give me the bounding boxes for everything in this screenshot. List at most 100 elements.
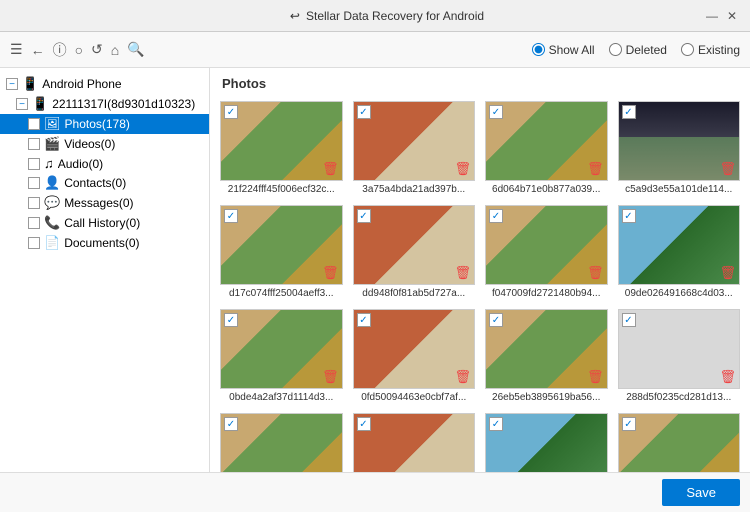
contacts-icon: 👤 — [44, 175, 60, 191]
list-item[interactable]: 🗑 0fd50094463e0cbf7af... — [353, 309, 476, 403]
photo-checkbox[interactable] — [357, 209, 371, 223]
list-item[interactable]: 🗑dd948f0f81ab5d727a... — [353, 205, 476, 299]
list-item[interactable]: 🗑 f047009fd2721480b94... — [485, 205, 608, 299]
menu-icon[interactable]: ☰ — [10, 41, 23, 58]
messages-checkbox[interactable] — [28, 197, 40, 209]
minimize-button[interactable]: — — [704, 8, 720, 24]
photo-name: 0fd50094463e0cbf7af... — [361, 392, 466, 403]
photo-name: 26eb5eb3895619ba56... — [492, 392, 600, 403]
photo-checkbox[interactable] — [224, 209, 238, 223]
photo-checkbox[interactable] — [622, 313, 636, 327]
documents-checkbox[interactable] — [28, 237, 40, 249]
existing-radio[interactable]: Existing — [681, 43, 740, 57]
photo-checkbox[interactable] — [489, 105, 503, 119]
scan-icon[interactable]: ○ — [75, 42, 83, 58]
photo-checkbox[interactable] — [224, 313, 238, 327]
contacts-checkbox[interactable] — [28, 177, 40, 189]
toolbar-right: Show All Deleted Existing — [532, 43, 740, 57]
sidebar-item-documents[interactable]: 📄 Documents(0) — [0, 233, 209, 253]
delete-icon[interactable]: 🗑 — [454, 161, 471, 177]
delete-icon[interactable]: 🗑 — [587, 265, 604, 281]
audio-checkbox[interactable] — [28, 158, 40, 170]
photo-name: 09de026491668c4d03... — [625, 288, 733, 299]
delete-icon[interactable]: 🗑 — [719, 369, 736, 385]
list-item[interactable]: 🗑3304edde4727d78185... — [220, 413, 343, 472]
list-item[interactable]: 🗑 21f224fff45f006ecf32c... — [220, 101, 343, 195]
photo-name: f047009fd2721480b94... — [492, 288, 600, 299]
android-phone-checkbox[interactable] — [6, 78, 18, 90]
search-icon[interactable]: 🔍 — [127, 41, 144, 58]
sidebar-item-messages[interactable]: 💬 Messages(0) — [0, 193, 209, 213]
photo-checkbox[interactable] — [357, 313, 371, 327]
sidebar-item-audio[interactable]: ♫ Audio(0) — [0, 154, 209, 173]
refresh-icon[interactable]: ↺ — [91, 41, 103, 58]
title-bar: ↩ Stellar Data Recovery for Android — ✕ — [0, 0, 750, 32]
list-item[interactable]: 🗑3a75a4bda21ad397b... — [353, 101, 476, 195]
delete-icon[interactable]: 🗑 — [454, 369, 471, 385]
messages-label: Messages(0) — [64, 196, 133, 210]
photo-checkbox[interactable] — [622, 209, 636, 223]
photo-checkbox[interactable] — [489, 209, 503, 223]
back-icon[interactable]: ← — [31, 42, 45, 58]
photo-name: 21f224fff45f006ecf32c... — [228, 184, 335, 195]
device-label: 22111317I(8d9301d10323) — [52, 97, 195, 111]
list-item[interactable]: 🗑 288d5f0235cd281d13... — [618, 309, 741, 403]
save-button[interactable]: Save — [662, 479, 740, 506]
photo-grid: 🗑 21f224fff45f006ecf32c... 🗑3a75a4bda21ad3… — [220, 101, 740, 472]
list-item[interactable]: 🗑3101eaf065f9d5626cb... — [485, 413, 608, 472]
photo-checkbox[interactable] — [622, 417, 636, 431]
toolbar: ☰ ← ⓘ ○ ↺ ⌂ 🔍 Show All Deleted Existing — [0, 32, 750, 68]
delete-icon[interactable]: 🗑 — [719, 161, 736, 177]
list-item[interactable]: 🗑 6d064b71e0b877a039... — [485, 101, 608, 195]
list-item[interactable]: 🗑2b5c270cfed71b7067... — [353, 413, 476, 472]
delete-icon[interactable]: 🗑 — [322, 161, 339, 177]
photo-checkbox[interactable] — [489, 417, 503, 431]
list-item[interactable]: 🗑0bde4a2af37d1114d3... — [220, 309, 343, 403]
photo-checkbox[interactable] — [224, 105, 238, 119]
call-history-checkbox[interactable] — [28, 217, 40, 229]
list-item[interactable]: 🗑3304edde4727d78185... — [618, 413, 741, 472]
delete-icon[interactable]: 🗑 — [587, 161, 604, 177]
list-item[interactable]: 🗑d17c074fff25004aeff3... — [220, 205, 343, 299]
main-area: 📱 Android Phone 📱 22111317I(8d9301d10323… — [0, 68, 750, 472]
show-all-radio[interactable]: Show All — [532, 43, 595, 57]
existing-label: Existing — [698, 43, 740, 57]
photos-icon: 🖼 — [44, 116, 61, 132]
bottom-bar: Save — [0, 472, 750, 512]
photos-checkbox[interactable] — [28, 118, 40, 130]
delete-icon[interactable]: 🗑 — [322, 265, 339, 281]
device-checkbox[interactable] — [16, 98, 28, 110]
delete-icon[interactable]: 🗑 — [719, 265, 736, 281]
delete-icon[interactable]: 🗑 — [454, 265, 471, 281]
sidebar-item-contacts[interactable]: 👤 Contacts(0) — [0, 173, 209, 193]
sidebar-item-photos[interactable]: 🖼 Photos(178) — [0, 114, 209, 134]
photo-name: 6d064b71e0b877a039... — [492, 184, 600, 195]
delete-icon[interactable]: 🗑 — [587, 369, 604, 385]
section-title: Photos — [210, 68, 750, 95]
phone-icon: 📱 — [22, 76, 38, 92]
call-history-label: Call History(0) — [64, 216, 140, 230]
list-item[interactable]: 🗑 09de026491668c4d03... — [618, 205, 741, 299]
list-item[interactable]: 🗑 26eb5eb3895619ba56... — [485, 309, 608, 403]
photo-name: 288d5f0235cd281d13... — [626, 392, 731, 403]
sidebar-item-call-history[interactable]: 📞 Call History(0) — [0, 213, 209, 233]
window-title: ↩ Stellar Data Recovery for Android — [70, 9, 704, 23]
list-item[interactable]: 🗑c5a9d3e55a101de114... — [618, 101, 741, 195]
photo-checkbox[interactable] — [224, 417, 238, 431]
videos-checkbox[interactable] — [28, 138, 40, 150]
photo-checkbox[interactable] — [489, 313, 503, 327]
sidebar-item-videos[interactable]: 🎬 Videos(0) — [0, 134, 209, 154]
info-icon[interactable]: ⓘ — [53, 40, 67, 60]
photo-checkbox[interactable] — [622, 105, 636, 119]
videos-label: Videos(0) — [64, 137, 115, 151]
messages-icon: 💬 — [44, 195, 60, 211]
sidebar-item-android-phone[interactable]: 📱 Android Phone — [0, 74, 209, 94]
deleted-radio[interactable]: Deleted — [609, 43, 667, 57]
photo-checkbox[interactable] — [357, 417, 371, 431]
delete-icon[interactable]: 🗑 — [322, 369, 339, 385]
home-icon[interactable]: ⌂ — [111, 42, 119, 58]
photo-grid-container[interactable]: 🗑 21f224fff45f006ecf32c... 🗑3a75a4bda21ad3… — [210, 95, 750, 472]
close-button[interactable]: ✕ — [724, 8, 740, 24]
sidebar-item-device[interactable]: 📱 22111317I(8d9301d10323) — [0, 94, 209, 114]
photo-checkbox[interactable] — [357, 105, 371, 119]
